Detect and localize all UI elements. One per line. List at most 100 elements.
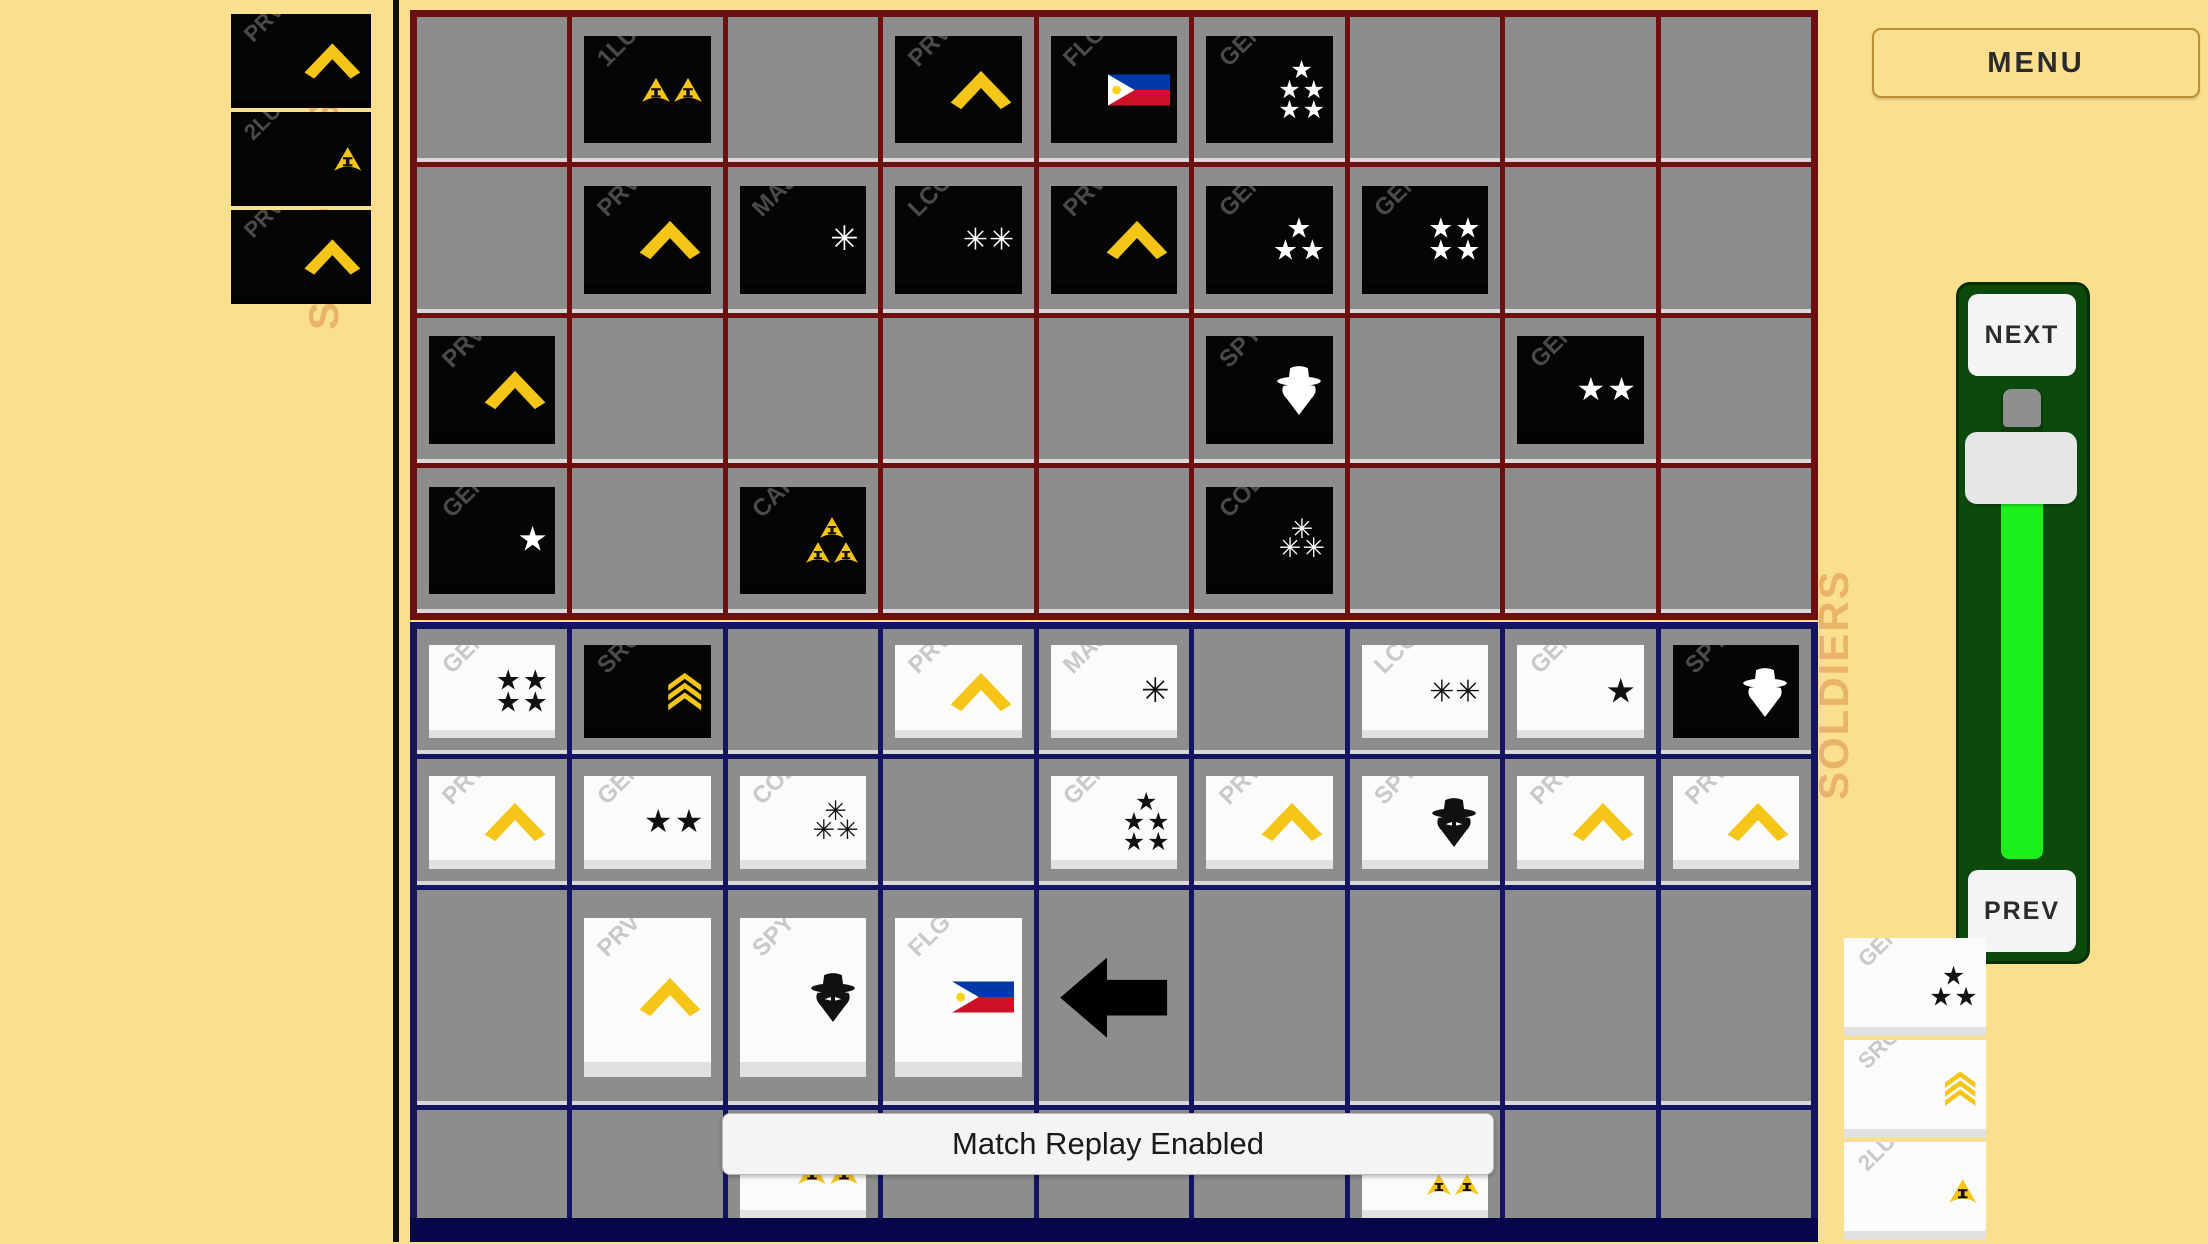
board-cell[interactable] bbox=[1505, 1109, 1656, 1235]
board-cell[interactable] bbox=[572, 467, 723, 613]
board-cell[interactable]: FLG bbox=[883, 889, 1034, 1105]
game-piece[interactable]: 2LU bbox=[1844, 1142, 1986, 1240]
game-piece[interactable]: GEN ★ ★ ★ bbox=[1844, 938, 1986, 1036]
board-cell[interactable]: SPY bbox=[727, 889, 879, 1105]
board-cell[interactable]: LCO ✳ ✳ bbox=[1349, 629, 1501, 755]
game-piece[interactable]: GEN ★ ★ ★ ★ bbox=[1361, 186, 1489, 294]
board-cell[interactable]: PRV bbox=[1194, 759, 1345, 885]
next-button[interactable]: NEXT bbox=[1968, 294, 2076, 376]
board-cell[interactable]: GEN ★ ★ bbox=[1505, 317, 1656, 463]
game-piece[interactable]: PRV bbox=[1206, 775, 1333, 869]
board-cell[interactable] bbox=[1660, 167, 1811, 313]
board-cell[interactable] bbox=[1505, 467, 1656, 613]
board-cell[interactable]: MAJ ✳ bbox=[1038, 629, 1190, 755]
board-cell[interactable]: COL ✳ ✳ ✳ bbox=[1194, 467, 1345, 613]
board-cell[interactable] bbox=[883, 317, 1034, 463]
game-piece[interactable]: PRV bbox=[895, 35, 1022, 144]
board-cell[interactable] bbox=[1505, 167, 1656, 313]
board-cell[interactable]: PRV bbox=[883, 629, 1034, 755]
board-cell[interactable] bbox=[417, 889, 568, 1105]
board-cell[interactable]: FLG bbox=[1038, 17, 1190, 163]
board-cell[interactable]: GEN ★ ★ ★ ★ ★ bbox=[1038, 759, 1190, 885]
board-cell[interactable] bbox=[1660, 1109, 1811, 1235]
menu-button[interactable]: MENU bbox=[1872, 28, 2200, 98]
board-cell[interactable] bbox=[727, 17, 879, 163]
board-cell[interactable] bbox=[1660, 467, 1811, 613]
board-cell[interactable] bbox=[1349, 889, 1501, 1105]
board-cell[interactable]: LCO ✳ ✳ bbox=[883, 167, 1034, 313]
game-piece[interactable]: GEN ★ ★ bbox=[584, 775, 711, 869]
game-piece[interactable]: SPY bbox=[1206, 336, 1333, 444]
enemy-grid[interactable]: 1LU PRV FLG GEN ★ ★ ★ ★ ★ PRV MAJ ✳ LCO ✳ ✳ PRV GEN ★ ★ ★ GE… bbox=[417, 17, 1811, 613]
board-cell[interactable]: 1LU bbox=[572, 17, 723, 163]
game-piece[interactable]: GEN ★ bbox=[429, 486, 556, 595]
game-piece[interactable]: LCO ✳ ✳ bbox=[895, 186, 1022, 294]
board-cell[interactable] bbox=[883, 467, 1034, 613]
enemy-half[interactable]: 1LU PRV FLG GEN ★ ★ ★ ★ ★ PRV MAJ ✳ LCO ✳ ✳ PRV GEN ★ ★ ★ GE… bbox=[410, 10, 1818, 620]
board-cell[interactable]: PRV bbox=[1660, 759, 1811, 885]
game-piece[interactable]: SRG bbox=[1844, 1040, 1986, 1138]
board-cell[interactable]: SRG bbox=[572, 629, 723, 755]
game-piece[interactable]: PRV bbox=[584, 917, 711, 1077]
game-piece[interactable]: PRV bbox=[429, 336, 556, 444]
game-piece[interactable]: PRV bbox=[1672, 775, 1799, 869]
board-cell[interactable]: PRV bbox=[1505, 759, 1656, 885]
board-cell[interactable] bbox=[1349, 17, 1501, 163]
board-cell[interactable] bbox=[727, 629, 879, 755]
board-cell[interactable] bbox=[1660, 17, 1811, 163]
board-cell[interactable] bbox=[1038, 467, 1190, 613]
game-piece[interactable]: SPY bbox=[1672, 645, 1799, 739]
board-cell[interactable]: PRV bbox=[572, 889, 723, 1105]
board-cell[interactable]: PRV bbox=[1038, 167, 1190, 313]
game-piece[interactable]: GEN ★ ★ bbox=[1517, 336, 1644, 444]
game-piece[interactable]: COL ✳ ✳ ✳ bbox=[739, 775, 867, 869]
game-piece[interactable]: SRG bbox=[584, 645, 711, 739]
board-cell[interactable]: GEN ★ ★ ★ ★ ★ bbox=[1194, 17, 1345, 163]
board-cell[interactable] bbox=[1038, 317, 1190, 463]
board-cell[interactable]: MAJ ✳ bbox=[727, 167, 879, 313]
board-cell[interactable]: GEN ★ ★ ★ bbox=[1194, 167, 1345, 313]
game-piece[interactable]: MAJ ✳ bbox=[739, 186, 867, 294]
game-piece[interactable]: FLG bbox=[1050, 35, 1178, 144]
board-cell[interactable]: GEN ★ ★ ★ ★ bbox=[1349, 167, 1501, 313]
game-piece[interactable]: PRV bbox=[231, 210, 371, 304]
game-piece[interactable]: PRV bbox=[895, 645, 1022, 739]
game-piece[interactable]: GEN ★ ★ ★ ★ bbox=[429, 645, 556, 739]
board-cell[interactable] bbox=[1660, 889, 1811, 1105]
game-piece[interactable]: GEN ★ ★ ★ ★ ★ bbox=[1206, 35, 1333, 144]
board-cell[interactable] bbox=[417, 167, 568, 313]
board-cell[interactable] bbox=[1038, 889, 1190, 1105]
game-piece[interactable]: FLG bbox=[895, 917, 1022, 1077]
board-cell[interactable] bbox=[417, 1109, 568, 1235]
board-cell[interactable] bbox=[1505, 17, 1656, 163]
game-piece[interactable]: MAJ ✳ bbox=[1050, 645, 1178, 739]
board-cell[interactable] bbox=[883, 759, 1034, 885]
board-cell[interactable]: GEN ★ ★ ★ ★ bbox=[417, 629, 568, 755]
game-piece[interactable]: CAP bbox=[739, 486, 867, 595]
board-cell[interactable] bbox=[417, 17, 568, 163]
board-cell[interactable] bbox=[1349, 467, 1501, 613]
replay-slider-thumb[interactable] bbox=[1965, 432, 2077, 504]
board-cell[interactable]: SPY bbox=[1349, 759, 1501, 885]
game-piece[interactable]: GEN ★ ★ ★ ★ ★ bbox=[1050, 775, 1178, 869]
board-cell[interactable]: COL ✳ ✳ ✳ bbox=[727, 759, 879, 885]
game-piece[interactable]: PRV bbox=[584, 186, 711, 294]
game-piece[interactable]: LCO ✳ ✳ bbox=[1361, 645, 1489, 739]
game-piece[interactable]: PRV bbox=[1517, 775, 1644, 869]
board-cell[interactable]: CAP bbox=[727, 467, 879, 613]
game-piece[interactable]: SPY bbox=[1361, 775, 1489, 869]
board-cell[interactable] bbox=[1505, 889, 1656, 1105]
board-cell[interactable]: GEN ★ bbox=[1505, 629, 1656, 755]
board-cell[interactable] bbox=[1194, 889, 1345, 1105]
game-piece[interactable]: SPY bbox=[739, 917, 867, 1077]
board-cell[interactable] bbox=[572, 1109, 723, 1235]
game-piece[interactable]: GEN ★ bbox=[1517, 645, 1644, 739]
board-cell[interactable]: SPY bbox=[1194, 317, 1345, 463]
board-cell[interactable] bbox=[1660, 317, 1811, 463]
game-piece[interactable]: PRV bbox=[231, 14, 371, 108]
board-cell[interactable]: PRV bbox=[572, 167, 723, 313]
board-cell[interactable]: PRV bbox=[417, 759, 568, 885]
game-piece[interactable]: GEN ★ ★ ★ bbox=[1206, 186, 1333, 294]
game-board[interactable]: 1LU PRV FLG GEN ★ ★ ★ ★ ★ PRV MAJ ✳ LCO ✳ ✳ PRV GEN ★ ★ ★ GE… bbox=[410, 10, 1818, 1242]
board-cell[interactable]: GEN ★ bbox=[417, 467, 568, 613]
